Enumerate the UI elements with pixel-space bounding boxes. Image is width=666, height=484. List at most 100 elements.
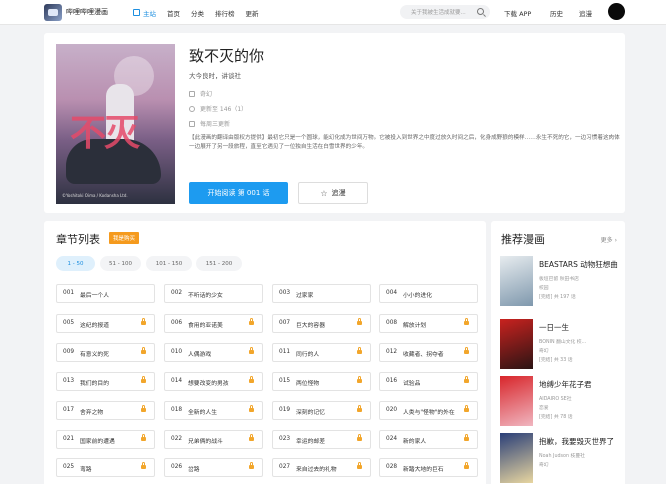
chapter-number: 019 — [279, 407, 291, 413]
recommend-thumbnail[interactable] — [500, 256, 533, 306]
chapter-item[interactable]: 008 解放计划 — [379, 314, 478, 333]
tab-range-151-200[interactable]: 151 - 200 — [196, 256, 242, 271]
update-status: 更新至 146（1） — [200, 106, 248, 113]
site-brand[interactable]: 哔哩哔哩漫画 — [66, 7, 108, 17]
chapter-item[interactable]: 001 最后一个人 — [56, 284, 155, 303]
chapter-name: 舍弃之物 — [80, 410, 104, 416]
chapter-item[interactable]: 011 同行的人 — [272, 343, 371, 362]
chapter-name: 过家家 — [296, 293, 314, 299]
chapter-item[interactable]: 002 不听话的少女 — [164, 284, 263, 303]
chapter-item[interactable]: 028 新踏大地的巨石 — [379, 458, 478, 477]
tag-icon — [189, 90, 195, 97]
chapter-item[interactable]: 013 我们的目的 — [56, 372, 155, 391]
recommend-item[interactable]: 抱歉，我要毁灭世界了 Noah Judson 枝蔓社 奇幻 — [500, 433, 620, 484]
follow-link[interactable]: 追漫 — [579, 8, 592, 18]
tab-range-51-100[interactable]: 51 - 100 — [100, 256, 141, 271]
nav-item-category[interactable]: 分类 — [191, 8, 204, 18]
recommend-name[interactable]: 一日一生 — [539, 322, 619, 333]
comic-cover[interactable]: 不灭 ©Yoshitoki Oima / Kodansha Ltd. — [56, 44, 175, 204]
chapter-number: 025 — [63, 464, 75, 470]
chapter-item[interactable]: 006 食用的亚诺美 — [164, 314, 263, 333]
chapter-item[interactable]: 014 想要改变的男孩 — [164, 372, 263, 391]
recommend-name[interactable]: 抱歉，我要毁灭世界了 — [539, 436, 619, 447]
user-avatar[interactable] — [608, 3, 625, 20]
chapter-list-panel: 章节列表 我是购买 1 - 50 51 - 100 101 - 150 151 … — [44, 221, 486, 484]
chapter-item[interactable]: 025 弯路 — [56, 458, 155, 477]
chapter-number: 020 — [386, 407, 398, 413]
search-input[interactable]: 关于我被生活成就要... — [400, 5, 490, 19]
recommend-thumbnail[interactable] — [500, 433, 533, 483]
lock-icon — [141, 318, 146, 325]
chapter-name: 岔路 — [188, 467, 200, 473]
chapter-item[interactable]: 020 人类与"怪物"的外在 — [379, 401, 478, 420]
chapter-item[interactable]: 009 有意义的死 — [56, 343, 155, 362]
recommend-panel: 推荐漫画 更多 › BEASTARS 动物狂想曲 板垣巴留 秋田书店 校园 [完结] … — [491, 221, 625, 484]
nav-item-home[interactable]: 首页 — [167, 8, 180, 18]
nav-item-ranking[interactable]: 排行榜 — [215, 8, 235, 18]
chapter-name: 这纪的报道 — [80, 323, 109, 329]
chapter-name: 想要改变的男孩 — [188, 381, 229, 387]
chapter-item[interactable]: 017 舍弃之物 — [56, 401, 155, 420]
recommend-meta: 板垣巴留 秋田书店 — [539, 277, 579, 282]
site-logo-icon[interactable] — [44, 4, 62, 21]
chapter-name: 弯路 — [80, 467, 92, 473]
download-app-link[interactable]: 下载 APP — [504, 8, 531, 18]
chapter-item[interactable]: 007 巨大的容器 — [272, 314, 371, 333]
chapter-item[interactable]: 023 幸运的邮差 — [272, 430, 371, 449]
buy-badge[interactable]: 我是购买 — [109, 232, 140, 244]
nav-label: 主站 — [143, 9, 156, 18]
chapter-name: 新踏大地的巨石 — [403, 467, 444, 473]
search-placeholder: 关于我被生活成就要... — [411, 10, 466, 16]
recommend-thumbnail[interactable] — [500, 319, 533, 369]
chapter-item[interactable]: 005 这纪的报道 — [56, 314, 155, 333]
chapter-item[interactable]: 016 试验品 — [379, 372, 478, 391]
recommend-item[interactable]: 一日一生 BONIN 翻山文化 校... 奇幻 [完结] 共 33 话 — [500, 319, 620, 373]
lock-icon — [357, 405, 362, 412]
refresh-icon — [189, 105, 195, 112]
main-nav: 主站 首页 分类 排行榜 更新 — [133, 0, 270, 25]
chapter-item[interactable]: 004 小小的进化 — [379, 284, 478, 303]
chapter-name: 同行的人 — [296, 352, 320, 358]
start-reading-button[interactable]: 开始阅读 第 001 话 — [189, 182, 288, 204]
tab-range-1-50[interactable]: 1 - 50 — [56, 256, 95, 271]
recommend-item[interactable]: 地缚少年花子君 AIDAIRO SE社 恋爱 [完结] 共 78 话 — [500, 376, 620, 430]
chapter-name: 人偶游戏 — [188, 352, 212, 358]
chapter-item[interactable]: 015 两位怪物 — [272, 372, 371, 391]
chapter-name: 巨大的容器 — [296, 323, 325, 329]
recommend-name[interactable]: 地缚少年花子君 — [539, 379, 619, 390]
chapter-item[interactable]: 019 深刻的记忆 — [272, 401, 371, 420]
recommend-item[interactable]: BEASTARS 动物狂想曲 板垣巴留 秋田书店 校园 [完结] 共 197 话 — [500, 256, 620, 310]
chapter-item[interactable]: 022 兄弟俩的战斗 — [164, 430, 263, 449]
chapter-item[interactable]: 012 收藏者、拐夺者 — [379, 343, 478, 362]
lock-icon — [141, 376, 146, 383]
recommend-name[interactable]: BEASTARS 动物狂想曲 — [539, 259, 619, 270]
recommend-meta: [完结] 共 33 话 — [539, 358, 573, 363]
history-link[interactable]: 历史 — [550, 8, 563, 18]
nav-item-updates[interactable]: 更新 — [246, 8, 259, 18]
recommend-more-link[interactable]: 更多 › — [601, 235, 617, 244]
chapter-number: 023 — [279, 436, 291, 442]
chapter-item[interactable]: 026 岔路 — [164, 458, 263, 477]
lock-icon — [357, 462, 362, 469]
tab-range-101-150[interactable]: 101 - 150 — [146, 256, 192, 271]
nav-item-main-site[interactable]: 主站 — [133, 8, 156, 18]
recommend-meta: [完结] 共 197 话 — [539, 295, 576, 300]
recommend-thumbnail[interactable] — [500, 376, 533, 426]
chapter-item[interactable]: 021 国家前的遭遇 — [56, 430, 155, 449]
search-icon[interactable] — [477, 8, 484, 15]
chapter-name: 小小的进化 — [403, 293, 432, 299]
lock-icon — [464, 347, 469, 354]
chapter-item[interactable]: 010 人偶游戏 — [164, 343, 263, 362]
lock-icon — [464, 318, 469, 325]
chapter-item[interactable]: 018 全新的人生 — [164, 401, 263, 420]
lock-icon — [357, 318, 362, 325]
recommend-meta: [完结] 共 78 话 — [539, 415, 573, 420]
chapter-number: 014 — [171, 378, 183, 384]
comic-genre[interactable]: 奇幻 — [200, 89, 212, 98]
follow-comic-button[interactable]: ☆ 追漫 — [298, 182, 368, 204]
chapter-item[interactable]: 024 新的家人 — [379, 430, 478, 449]
chapter-item[interactable]: 027 来自过去的礼物 — [272, 458, 371, 477]
chapter-item[interactable]: 003 过家家 — [272, 284, 371, 303]
chapter-number: 027 — [279, 464, 291, 470]
recommend-title: 推荐漫画 — [501, 233, 545, 246]
